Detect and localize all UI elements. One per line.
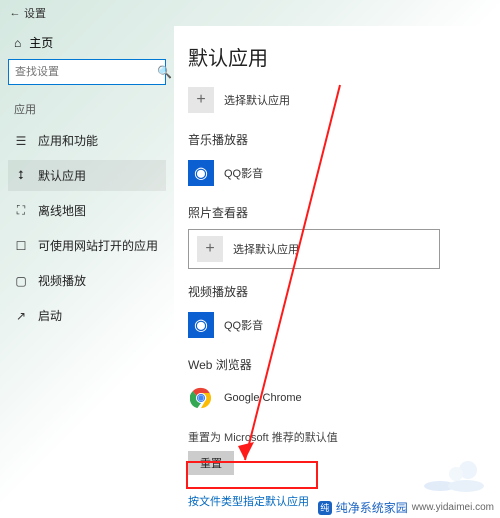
sidebar-item-label: 离线地图: [38, 202, 86, 219]
plus-icon: +: [197, 236, 223, 262]
list-icon: ☰: [14, 134, 28, 148]
startup-icon: ↗: [14, 309, 28, 323]
search-box[interactable]: 🔍: [8, 59, 166, 85]
sidebar-item-label: 视频播放: [38, 272, 86, 289]
titlebar: ← 设置: [0, 0, 500, 26]
reset-button[interactable]: 重置: [188, 451, 234, 475]
home-link[interactable]: ⌂ 主页: [8, 30, 166, 55]
page-title: 默认应用: [188, 42, 486, 71]
sidebar-item-apps-features[interactable]: ☰ 应用和功能: [8, 125, 166, 156]
watermark-brand: 纯净系统家园: [336, 499, 408, 516]
sidebar-item-label: 可使用网站打开的应用: [38, 237, 158, 254]
sidebar-item-default-apps[interactable]: ⭥ 默认应用: [8, 160, 166, 191]
music-player-row[interactable]: ◉ QQ影音: [188, 156, 486, 190]
sidebar-item-label: 默认应用: [38, 167, 86, 184]
video-icon: ▢: [14, 274, 28, 288]
plus-icon: +: [188, 87, 214, 113]
reset-label: 重置为 Microsoft 推荐的默认值: [188, 429, 486, 445]
sidebar-item-label: 启动: [38, 307, 62, 324]
chrome-icon: [188, 385, 214, 411]
video-app-label: QQ影音: [224, 317, 263, 333]
choose-default-label: 选择默认应用: [224, 92, 290, 108]
video-player-row[interactable]: ◉ QQ影音: [188, 308, 486, 342]
back-button[interactable]: ←: [6, 7, 24, 19]
home-label: 主页: [29, 34, 53, 51]
map-icon: ⛶: [14, 203, 28, 218]
watermark-badge-icon: 纯: [318, 501, 332, 515]
sidebar-item-video-playback[interactable]: ▢ 视频播放: [8, 265, 166, 296]
watermark: 纯 纯净系统家园 www.yidaimei.com: [318, 499, 494, 516]
default-icon: ⭥: [14, 168, 28, 183]
qqyinying-icon: ◉: [188, 160, 214, 186]
music-app-label: QQ影音: [224, 165, 263, 181]
sidebar-item-startup[interactable]: ↗ 启动: [8, 300, 166, 331]
home-icon: ⌂: [14, 36, 21, 50]
web-icon: ☐: [14, 239, 28, 253]
qqyinying-icon: ◉: [188, 312, 214, 338]
search-icon: 🔍: [157, 65, 172, 79]
section-heading-music: 音乐播放器: [188, 131, 486, 148]
photo-viewer-row[interactable]: + 选择默认应用: [188, 229, 440, 269]
photo-app-label: 选择默认应用: [233, 241, 299, 257]
sidebar-item-website-apps[interactable]: ☐ 可使用网站打开的应用: [8, 230, 166, 261]
watermark-url: www.yidaimei.com: [412, 502, 494, 513]
sidebar-item-offline-maps[interactable]: ⛶ 离线地图: [8, 195, 166, 226]
sidebar-item-label: 应用和功能: [38, 132, 98, 149]
content: 默认应用 + 选择默认应用 音乐播放器 ◉ QQ影音 照片查看器 + 选择默认应…: [174, 26, 500, 518]
sidebar: ⌂ 主页 🔍 应用 ☰ 应用和功能 ⭥ 默认应用 ⛶ 离线地图 ☐: [0, 26, 174, 518]
section-heading-web: Web 浏览器: [188, 356, 486, 373]
web-app-label: Google Chrome: [224, 392, 302, 404]
section-heading-video: 视频播放器: [188, 283, 486, 300]
section-heading-photo: 照片查看器: [188, 204, 486, 221]
search-input[interactable]: [15, 66, 157, 78]
sidebar-section-label: 应用: [8, 97, 166, 121]
choose-default-row[interactable]: + 选择默认应用: [188, 83, 486, 117]
window-title: 设置: [24, 5, 46, 21]
web-browser-row[interactable]: Google Chrome: [188, 381, 486, 415]
